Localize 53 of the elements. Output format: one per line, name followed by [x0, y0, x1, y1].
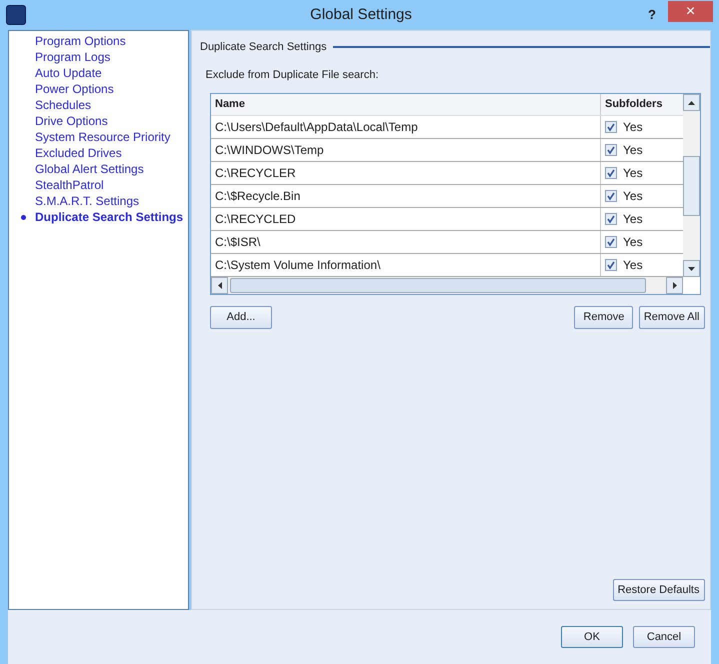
- scroll-right-icon[interactable]: [672, 282, 676, 289]
- restore-defaults-button[interactable]: Restore Defaults: [612, 578, 704, 601]
- table-cell: C:\RECYCLER: [211, 162, 601, 184]
- app-logo-icon: [6, 5, 26, 25]
- checkbox[interactable]: [605, 213, 617, 225]
- ok-button[interactable]: OK: [561, 626, 623, 648]
- help-button[interactable]: ?: [636, 5, 668, 25]
- table-cell-text: Yes: [623, 142, 643, 159]
- table-cell: C:\RECYCLED: [211, 208, 601, 230]
- sidebar-item[interactable]: Duplicate Search Settings: [9, 209, 188, 225]
- table-cell-text: Yes: [623, 119, 643, 136]
- scroll-left-icon[interactable]: [218, 282, 222, 289]
- sidebar-item[interactable]: S.M.A.R.T. Settings: [9, 193, 188, 209]
- sidebar-item[interactable]: Schedules: [9, 97, 188, 113]
- checkbox[interactable]: [605, 167, 617, 179]
- scroll-down-icon[interactable]: [688, 266, 695, 270]
- table-cell: C:\Users\Default\AppData\Local\Temp: [211, 116, 601, 138]
- window-title: Global Settings: [309, 4, 413, 25]
- table-cell: C:\System Volume Information\: [211, 254, 601, 276]
- sidebar-item[interactable]: Program Logs: [9, 49, 188, 65]
- table-cell-text: Yes: [623, 188, 643, 205]
- field-label: Exclude from Duplicate File search:: [206, 68, 380, 82]
- add-button[interactable]: Add...: [210, 306, 272, 328]
- close-button[interactable]: ×: [668, 0, 713, 22]
- sidebar-item[interactable]: Drive Options: [9, 113, 188, 129]
- remove-button[interactable]: Remove: [574, 306, 634, 328]
- table-cell-text: Yes: [623, 165, 643, 182]
- sidebar-item[interactable]: Excluded Drives: [9, 145, 188, 161]
- column-header[interactable]: Name: [211, 94, 601, 115]
- table-cell: C:\WINDOWS\Temp: [211, 139, 601, 161]
- horizontal-scrollbar[interactable]: [211, 277, 683, 294]
- sidebar-item[interactable]: Global Alert Settings: [9, 161, 188, 177]
- sidebar-item[interactable]: Auto Update: [9, 65, 188, 81]
- sidebar-item[interactable]: Power Options: [9, 81, 188, 97]
- scroll-up-icon[interactable]: [688, 100, 695, 104]
- remove-all-button[interactable]: Remove All: [638, 306, 704, 328]
- checkbox[interactable]: [605, 190, 617, 202]
- section-title: Duplicate Search Settings: [200, 40, 327, 55]
- table-cell-text: Yes: [623, 211, 643, 228]
- checkbox[interactable]: [605, 121, 617, 133]
- sidebar-item[interactable]: Program Options: [9, 33, 188, 49]
- sidebar-item[interactable]: StealthPatrol: [9, 177, 188, 193]
- column-header[interactable]: Subfolders: [601, 94, 683, 115]
- cancel-button[interactable]: Cancel: [633, 626, 695, 648]
- checkbox[interactable]: [605, 144, 617, 156]
- checkbox[interactable]: [605, 259, 617, 271]
- table-cell-text: Yes: [623, 234, 643, 251]
- table-cell-text: Yes: [623, 257, 643, 274]
- vertical-scrollbar[interactable]: [683, 94, 700, 277]
- sidebar-item[interactable]: System Resource Priority: [9, 129, 188, 145]
- checkbox[interactable]: [605, 236, 617, 248]
- table-cell: C:\$ISR\: [211, 231, 601, 253]
- table-cell: C:\$Recycle.Bin: [211, 185, 601, 207]
